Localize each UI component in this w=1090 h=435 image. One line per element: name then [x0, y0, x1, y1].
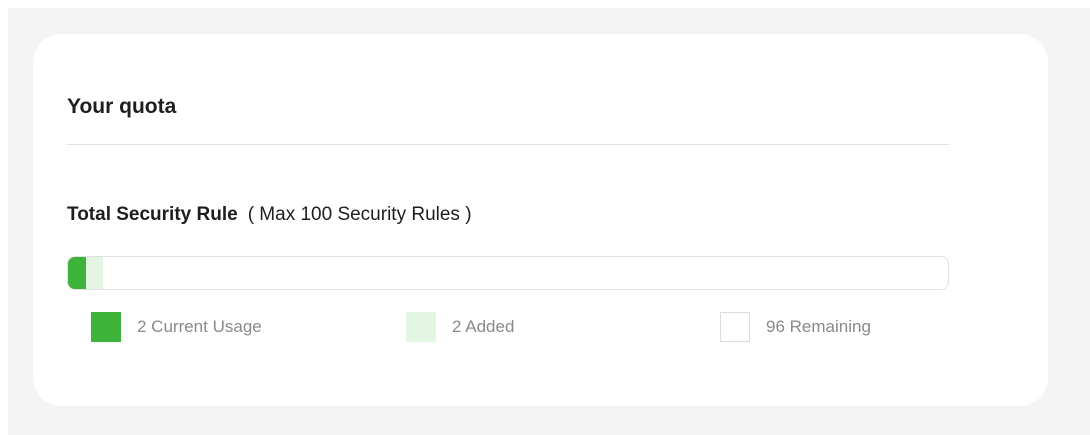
- legend-swatch-added: [406, 312, 436, 342]
- progress-segment-current-usage: [68, 257, 86, 289]
- legend-swatch-current-usage: [91, 312, 121, 342]
- legend-label-remaining: 96 Remaining: [766, 317, 871, 336]
- divider: [67, 144, 949, 145]
- legend-item-added: 2 Added: [406, 312, 514, 342]
- legend-label-current-usage: 2 Current Usage: [137, 317, 262, 336]
- quota-title: Your quota: [67, 95, 177, 118]
- progress-segment-added: [85, 257, 104, 289]
- legend-label-added: 2 Added: [452, 317, 515, 336]
- security-rule-max: ( Max 100 Security Rules ): [247, 204, 472, 225]
- security-rule-label: Total Security Rule: [67, 204, 238, 225]
- quota-progress-bar: [67, 256, 949, 290]
- legend-item-remaining: 96 Remaining: [720, 312, 871, 342]
- security-rule-heading: Total Security Rule ( Max 100 Security Ru…: [67, 202, 472, 228]
- legend-item-current-usage: 2 Current Usage: [91, 312, 262, 342]
- legend-swatch-remaining: [720, 312, 750, 342]
